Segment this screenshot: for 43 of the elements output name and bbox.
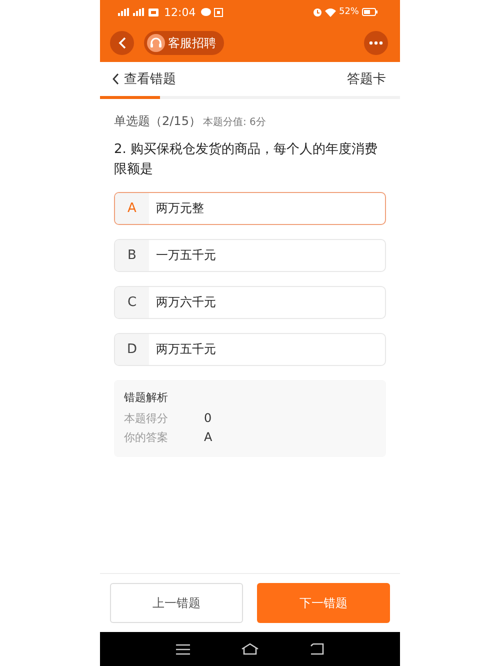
option-text: 两万六千元 (155, 294, 216, 311)
home-icon (240, 643, 259, 655)
option-letter: A (115, 193, 149, 224)
analysis-label: 本题得分 (124, 411, 169, 427)
analysis-label: 你的答案 (124, 430, 169, 446)
previous-button[interactable]: 上一错题 (110, 583, 243, 623)
progress-indicator (100, 96, 160, 99)
service-button[interactable]: 客服招聘 (144, 31, 224, 55)
option-text: 两万元整 (155, 200, 204, 217)
chevron-left-icon (112, 73, 119, 85)
battery-percentage: 52% (338, 7, 359, 17)
signal-icon (133, 8, 145, 16)
option-letter: D (115, 334, 149, 365)
chat-icon (200, 8, 211, 16)
alarm-icon (312, 8, 322, 16)
signal-icon (118, 8, 130, 16)
status-time: 12:04 (164, 6, 196, 18)
answer-option[interactable]: A 两万元整 (114, 192, 386, 225)
option-letter: C (115, 287, 149, 318)
headset-icon (147, 34, 165, 52)
wifi-icon (324, 8, 336, 16)
analysis-value: A (204, 429, 212, 446)
analysis-title: 错题解析 (124, 390, 169, 405)
back-icon (310, 643, 324, 655)
answer-option[interactable]: C 两万六千元 (114, 286, 386, 319)
back-button[interactable] (110, 31, 134, 55)
menu-icon (176, 644, 190, 654)
question-text: 2. 购买保税仓发货的商品，每个人的年度消费限额是 (114, 141, 379, 179)
more-icon (369, 41, 383, 45)
question-type: 单选题（2/15） (114, 113, 201, 130)
option-text: 一万五千元 (155, 247, 216, 264)
option-letter: B (115, 240, 149, 271)
option-text: 两万五千元 (155, 341, 216, 358)
more-button[interactable] (364, 31, 388, 55)
answer-card-link[interactable]: 答题卡 (347, 70, 386, 88)
answer-option[interactable]: D 两万五千元 (114, 333, 386, 366)
hd-icon (148, 8, 159, 16)
analysis-value: 0 (204, 410, 212, 427)
chevron-left-icon (118, 37, 126, 49)
question-score: 本题分值: 6分 (202, 116, 266, 129)
answer-option[interactable]: B 一万五千元 (114, 239, 386, 272)
battery-icon (362, 8, 378, 16)
back-link[interactable]: 查看错题 (112, 70, 176, 88)
